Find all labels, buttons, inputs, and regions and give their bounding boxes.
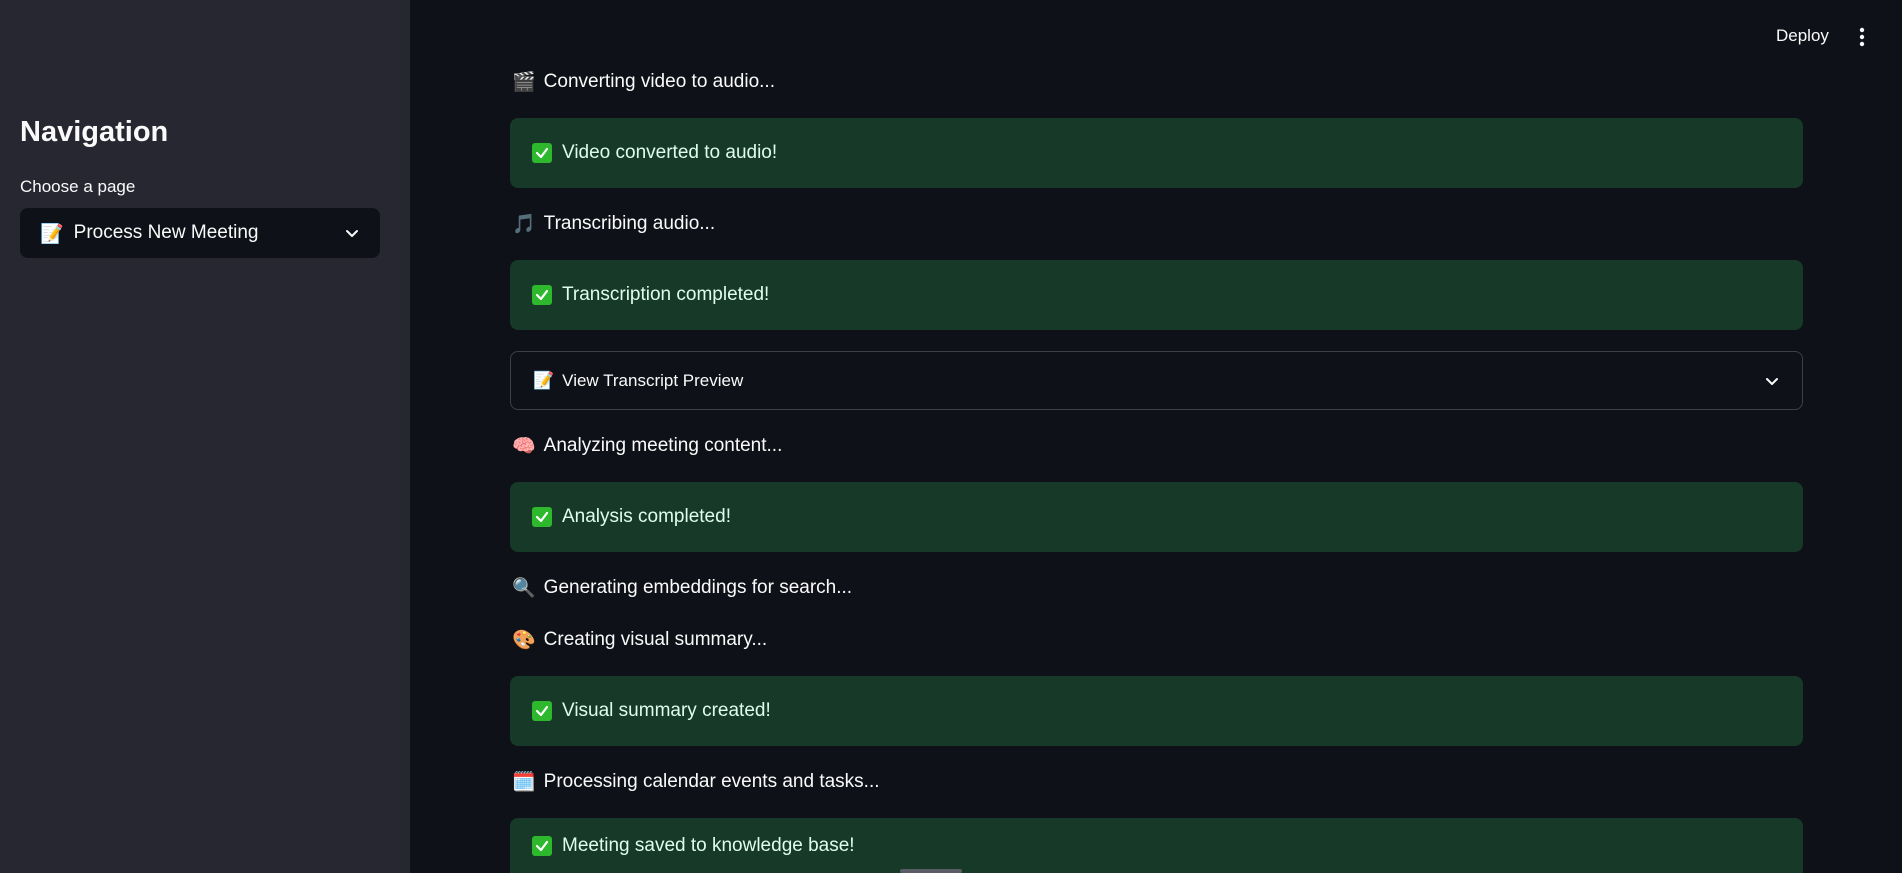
expander-label: 📝 View Transcript Preview: [533, 371, 1764, 391]
check-icon: [532, 701, 552, 721]
success-alert-analysis: Analysis completed!: [510, 482, 1803, 552]
success-alert-video: Video converted to audio!: [510, 118, 1803, 188]
expander-text: View Transcript Preview: [562, 370, 744, 390]
calendar-icon: 🗓️: [512, 771, 536, 793]
success-text: Analysis completed!: [562, 506, 731, 527]
brain-icon: 🧠: [512, 435, 536, 457]
success-text: Transcription completed!: [562, 284, 770, 305]
success-text: Meeting saved to knowledge base!: [562, 834, 855, 856]
chevron-down-icon: [1766, 377, 1778, 385]
success-alert-saved: Meeting saved to knowledge base!: [510, 818, 1803, 873]
clapper-icon: 🎬: [512, 71, 536, 93]
step-analyzing: 🧠 Analyzing meeting content...: [512, 434, 783, 458]
page-select[interactable]: 📝 Process New Meeting: [20, 208, 380, 258]
success-text: Video converted to audio!: [562, 142, 778, 163]
check-icon: [532, 835, 552, 856]
step-text: Analyzing meeting content...: [543, 434, 783, 456]
page-select-value: 📝 Process New Meeting: [40, 222, 344, 245]
page-select-text: Process New Meeting: [73, 222, 259, 243]
vertical-dots-icon[interactable]: [1852, 26, 1872, 48]
step-text: Generating embeddings for search...: [543, 576, 853, 598]
success-alert-visual: Visual summary created!: [510, 676, 1803, 746]
chevron-down-icon: [346, 230, 358, 237]
step-text: Transcribing audio...: [543, 212, 716, 234]
step-calendar: 🗓️ Processing calendar events and tasks.…: [512, 770, 880, 794]
success-alert-transcription: Transcription completed!: [510, 260, 1803, 330]
step-transcribing: 🎵 Transcribing audio...: [512, 212, 716, 236]
step-text: Processing calendar events and tasks...: [543, 770, 880, 792]
palette-icon: 🎨: [512, 629, 536, 651]
memo-icon: 📝: [533, 370, 555, 391]
step-text: Converting video to audio...: [543, 70, 775, 92]
sidebar: Navigation Choose a page 📝 Process New M…: [0, 0, 410, 873]
success-text: Visual summary created!: [562, 700, 771, 721]
magnifier-icon: 🔍: [512, 577, 536, 599]
deploy-button[interactable]: Deploy: [1776, 26, 1829, 46]
transcript-preview-expander[interactable]: 📝 View Transcript Preview: [510, 351, 1803, 410]
step-text: Creating visual summary...: [543, 628, 768, 650]
step-embeddings: 🔍 Generating embeddings for search...: [512, 576, 853, 600]
page-select-label: Choose a page: [20, 177, 136, 196]
check-icon: [532, 285, 552, 305]
check-icon: [532, 507, 552, 527]
step-visual-summary: 🎨 Creating visual summary...: [512, 628, 768, 652]
check-icon: [532, 143, 552, 163]
memo-icon: 📝: [40, 222, 64, 245]
music-note-icon: 🎵: [512, 213, 536, 235]
horizontal-scrollbar[interactable]: [900, 869, 962, 873]
step-converting-video: 🎬 Converting video to audio...: [512, 70, 775, 94]
sidebar-title: Navigation: [20, 116, 169, 148]
